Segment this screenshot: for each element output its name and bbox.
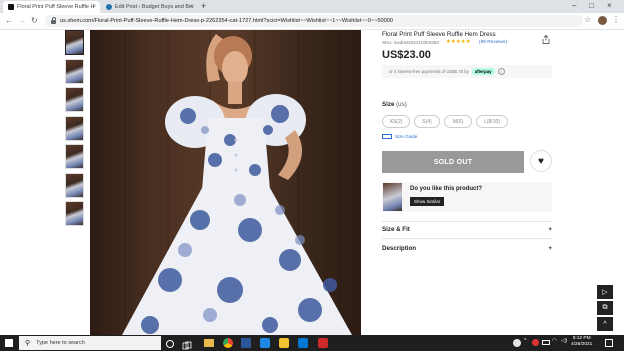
browser-toolbar: ← → ↻ us.shein.com/Floral-Print-Puff-Sle… [0,13,624,30]
accordion-description[interactable]: Description + [382,245,552,252]
ruler-icon [382,134,392,139]
browser-menu-icon[interactable]: ⋮ [612,15,620,24]
minimize-button[interactable]: – [572,1,576,11]
thumbnail-image[interactable] [65,87,84,112]
expand-plus-icon: + [548,245,552,252]
divider [382,221,552,222]
url-text[interactable]: us.shein.com/Floral-Print-Puff-Sleeve-Ru… [60,18,393,24]
wordpress-favicon-icon [106,4,112,10]
size-guide-link[interactable]: Size Guide [382,134,417,139]
accordion-size-fit[interactable]: Size & Fit + [382,226,552,233]
sold-out-button[interactable]: SOLD OUT [382,151,524,173]
file-explorer-icon[interactable] [204,339,214,347]
back-button[interactable]: ← [5,16,13,26]
forward-button[interactable]: → [18,16,26,26]
back-to-top-icon[interactable]: ^ [597,317,613,331]
tab-shein-product[interactable]: Floral Print Puff Sleeve Ruffle H × [3,1,100,13]
windows-start-icon[interactable] [5,339,13,347]
word-icon[interactable] [241,338,251,348]
maximize-button[interactable]: □ [589,1,594,11]
heart-icon: ♥ [538,155,544,167]
show-similar-button[interactable]: Show Similar [410,197,445,206]
thumbnail-gallery [65,30,85,230]
hidden-icons-chevron-icon[interactable]: ^ [524,338,527,344]
tab-title: Floral Print Puff Sleeve Ruffle H [17,4,95,10]
thumbnail-image[interactable] [65,201,84,226]
battery-icon[interactable] [542,340,550,345]
main-product-image[interactable] [90,30,361,335]
divider [382,238,552,239]
reload-button[interactable]: ↻ [31,16,38,26]
afterpay-banner: or 4 interest-free payments of US$5.75 b… [382,65,552,78]
thumbnail-image[interactable] [65,144,84,169]
size-option-xs[interactable]: XS(2) [382,115,410,128]
thumbnail-image[interactable] [65,58,84,84]
thumbnail-image[interactable] [65,30,84,55]
chrome-icon[interactable] [223,338,233,348]
search-icon: ⚲ [25,340,31,347]
edge-icon[interactable] [298,338,308,348]
wifi-icon[interactable]: ◠ [552,338,557,344]
thumbnail-image[interactable] [65,115,84,141]
similar-products-prompt: Do you like this product? Show Similar [382,182,552,212]
size-unit: (us) [396,101,407,108]
size-guide-label: Size Guide [395,134,418,139]
similar-thumbnail [383,183,402,211]
media-app-icon[interactable] [318,338,328,348]
windows-app-icon[interactable] [260,338,270,348]
volume-icon[interactable]: ◁) [561,338,567,344]
notification-center-icon[interactable] [605,339,613,347]
tab-edit-post[interactable]: Edit Post ‹ Budget Buys and Bez × [101,1,198,13]
similar-question: Do you like this product? [410,186,483,192]
profile-avatar[interactable] [598,16,607,25]
search-placeholder: Type here to search [36,340,85,346]
thumbnail-image[interactable] [65,172,84,198]
product-price: US$23.00 [382,49,431,61]
windows-taskbar: ⚲ Type here to search ^ ◠ ◁) 8:12 PM 4/2… [0,335,624,351]
size-option-s[interactable]: S(4) [414,115,440,128]
tab-strip: Floral Print Puff Sleeve Ruffle H × Edit… [0,0,624,13]
info-icon[interactable]: i [497,68,505,75]
copy-icon[interactable]: ⧉ [597,301,613,315]
product-sku: SKU: swdress02210303353 [382,40,439,45]
accordion-label: Size & Fit [382,226,410,233]
size-option-m[interactable]: M(6) [444,115,472,128]
task-view-icon[interactable] [182,338,192,350]
lock-icon [51,17,56,24]
close-tab-icon[interactable]: × [92,4,96,10]
size-option-l[interactable]: L(8/10) [476,115,508,128]
shein-favicon-icon [8,4,14,10]
close-tab-icon[interactable]: × [190,4,194,10]
tab-title: Edit Post ‹ Budget Buys and Bez [115,4,193,10]
tray-app-icon[interactable] [513,339,521,347]
afterpay-logo: afterpay [471,68,495,75]
model-in-floral-dress-illustration [122,30,352,335]
cortana-icon[interactable] [166,340,174,348]
address-bar[interactable]: us.shein.com/Floral-Print-Puff-Sleeve-Ru… [45,15,583,27]
product-title: Floral Print Puff Sleeve Ruffle Hem Dres… [382,31,496,38]
wishlist-heart-button[interactable]: ♥ [530,150,552,172]
accordion-label: Description [382,245,417,252]
bookmark-star-icon[interactable]: ☆ [584,15,591,24]
afterpay-text: or 4 interest-free payments of US$5.75 b… [389,69,469,74]
taskbar-search[interactable]: ⚲ Type here to search [19,336,161,350]
share-icon[interactable] [542,31,550,49]
rating-stars-icon: ★★★★★ [446,39,471,45]
size-label: Size [382,101,395,108]
tray-alert-icon[interactable] [532,339,539,346]
new-tab-button[interactable]: + [201,2,206,11]
notes-app-icon[interactable] [279,338,289,348]
clock-date: 4/26/2021 [571,342,593,347]
play-icon[interactable]: ▷ [597,285,613,299]
reviews-link[interactable]: (99 Reviews) [479,40,507,45]
expand-plus-icon: + [548,226,552,233]
size-heading: Size (us) [382,101,407,108]
system-clock[interactable]: 8:12 PM 4/26/2021 [571,336,592,348]
close-window-button[interactable]: × [607,1,612,11]
